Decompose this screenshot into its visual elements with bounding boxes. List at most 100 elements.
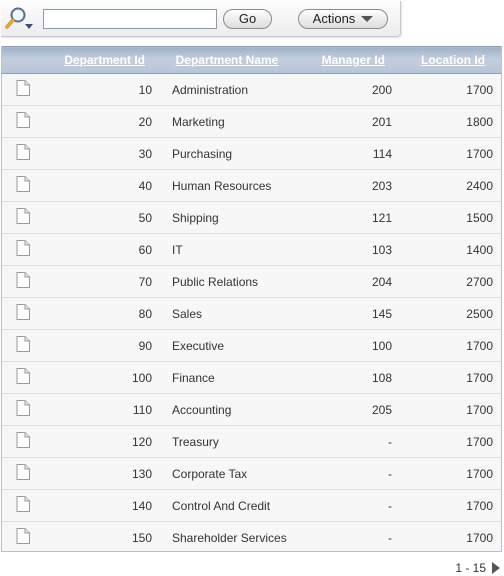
actions-menu-button[interactable]: Actions	[298, 9, 388, 29]
cell-department-name: Administration	[154, 73, 300, 106]
document-icon[interactable]	[16, 336, 30, 355]
cell-location-id: 1700	[394, 329, 501, 362]
magnifier-dropdown-icon[interactable]	[5, 6, 35, 32]
search-input[interactable]	[43, 9, 217, 29]
document-icon[interactable]	[16, 528, 30, 547]
cell-department-name: Purchasing	[154, 137, 300, 170]
cell-department-name: Treasury	[154, 425, 300, 458]
cell-location-id: 2500	[394, 297, 501, 330]
cell-department-id: 70	[44, 265, 154, 298]
table-row: 140 Control And Credit -1700	[2, 489, 501, 522]
document-icon[interactable]	[16, 496, 30, 515]
cell-department-id: 120	[44, 425, 154, 458]
cell-manager-id: 204	[300, 265, 394, 298]
cell-department-id: 80	[44, 297, 154, 330]
cell-location-id: 1700	[394, 521, 501, 551]
departments-report: Department Id Department Name Manager Id…	[1, 46, 502, 552]
row-icon-cell	[2, 201, 44, 234]
cell-location-id: 1700	[394, 489, 501, 522]
row-icon-cell	[2, 329, 44, 362]
document-icon[interactable]	[16, 144, 30, 163]
document-icon[interactable]	[16, 464, 30, 483]
cell-department-id: 130	[44, 457, 154, 490]
document-icon[interactable]	[16, 112, 30, 131]
pagination: 1 - 15	[455, 561, 500, 575]
cell-department-id: 40	[44, 169, 154, 202]
caret-down-icon	[361, 16, 374, 22]
pagination-range: 1 - 15	[455, 561, 486, 575]
table-row: 80 Sales 145 2500	[2, 297, 501, 330]
cell-manager-id: 205	[300, 393, 394, 426]
document-icon[interactable]	[16, 240, 30, 259]
document-icon[interactable]	[16, 368, 30, 387]
document-icon[interactable]	[16, 400, 30, 419]
row-icon-cell	[2, 393, 44, 426]
cell-manager-id: -	[300, 489, 394, 522]
row-icon-cell	[2, 489, 44, 522]
actions-label: Actions	[312, 11, 356, 26]
cell-location-id: 2400	[394, 169, 501, 202]
sort-link-department-name[interactable]: Department Name	[176, 53, 279, 67]
table-row: 130 Corporate Tax -1700	[2, 457, 501, 490]
table-row: 50 Shipping 121 1500	[2, 201, 501, 234]
cell-department-id: 60	[44, 233, 154, 266]
document-icon[interactable]	[16, 176, 30, 195]
cell-department-name: Human Resources	[154, 169, 300, 202]
header-location-id: Location Id	[394, 46, 501, 74]
sort-link-location-id[interactable]: Location Id	[421, 53, 501, 67]
cell-location-id: 1400	[394, 233, 501, 266]
row-icon-cell	[2, 457, 44, 490]
table-row: 10 Administration 200 1700	[2, 73, 501, 106]
table-row: 40 Human Resources 203 2400	[2, 169, 501, 202]
cell-department-name: Marketing	[154, 105, 300, 138]
cell-manager-id: 103	[300, 233, 394, 266]
cell-manager-id: 121	[300, 201, 394, 234]
cell-manager-id: 108	[300, 361, 394, 394]
go-button[interactable]: Go	[223, 9, 272, 29]
cell-department-name: Corporate Tax	[154, 457, 300, 490]
document-icon[interactable]	[16, 432, 30, 451]
cell-location-id: 1500	[394, 201, 501, 234]
cell-manager-id: -	[300, 521, 394, 551]
cell-department-name: Shipping	[154, 201, 300, 234]
document-icon[interactable]	[16, 304, 30, 323]
document-icon[interactable]	[16, 80, 30, 99]
cell-department-id: 20	[44, 105, 154, 138]
cell-department-name: Shareholder Services	[154, 521, 300, 551]
row-icon-cell	[2, 265, 44, 298]
cell-department-id: 150	[44, 521, 154, 551]
table-header-row: Department Id Department Name Manager Id…	[2, 46, 501, 74]
row-icon-cell	[2, 425, 44, 458]
row-icon-cell	[2, 297, 44, 330]
search-toolbar: Go Actions	[1, 1, 401, 37]
next-arrow-icon[interactable]	[492, 562, 500, 574]
cell-manager-id: 200	[300, 73, 394, 106]
document-icon[interactable]	[16, 272, 30, 291]
table-row: 20 Marketing 201 1800	[2, 105, 501, 138]
cell-department-name: Sales	[154, 297, 300, 330]
document-icon[interactable]	[16, 208, 30, 227]
departments-table: Department Id Department Name Manager Id…	[2, 46, 501, 551]
row-icon-cell	[2, 169, 44, 202]
cell-manager-id: 100	[300, 329, 394, 362]
cell-department-name: Accounting	[154, 393, 300, 426]
row-icon-cell	[2, 137, 44, 170]
cell-department-id: 110	[44, 393, 154, 426]
cell-department-name: Executive	[154, 329, 300, 362]
sort-link-manager-id[interactable]: Manager Id	[322, 53, 394, 67]
table-row: 120 Treasury -1700	[2, 425, 501, 458]
cell-location-id: 1700	[394, 361, 501, 394]
table-row: 90 Executive 100 1700	[2, 329, 501, 362]
cell-department-name: IT	[154, 233, 300, 266]
sort-link-department-id[interactable]: Department Id	[64, 53, 154, 67]
cell-location-id: 1800	[394, 105, 501, 138]
table-row: 60 IT 103 1400	[2, 233, 501, 266]
row-icon-cell	[2, 73, 44, 106]
cell-manager-id: 145	[300, 297, 394, 330]
header-department-name: Department Name	[154, 46, 300, 74]
cell-location-id: 1700	[394, 73, 501, 106]
cell-department-id: 140	[44, 489, 154, 522]
cell-manager-id: 114	[300, 137, 394, 170]
cell-department-id: 50	[44, 201, 154, 234]
table-row: 70 Public Relations 204 2700	[2, 265, 501, 298]
